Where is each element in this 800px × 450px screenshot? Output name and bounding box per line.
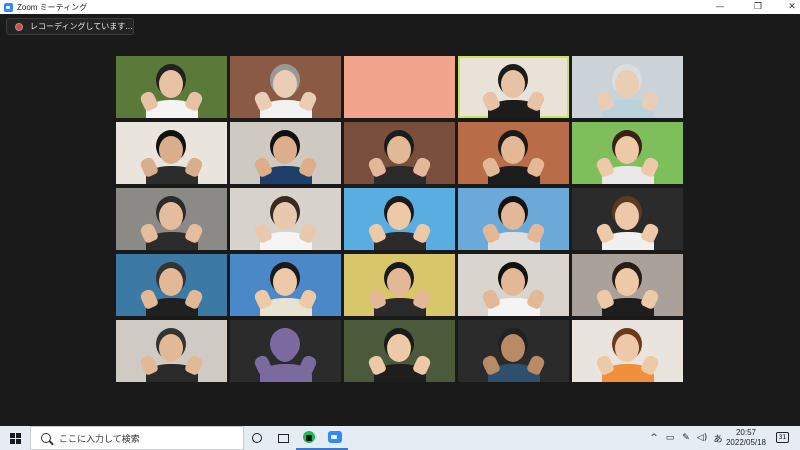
pen-icon[interactable]: ✎ <box>678 433 694 443</box>
participant-video-tile[interactable] <box>116 122 227 184</box>
participant-face <box>273 70 297 98</box>
participant-face <box>501 136 525 164</box>
participant-video-tile[interactable] <box>458 254 569 316</box>
participant-face <box>273 334 297 362</box>
participant-face <box>615 268 639 296</box>
participant-video-tile[interactable] <box>344 254 455 316</box>
network-icon[interactable]: ▭ <box>662 433 678 443</box>
spotify-taskbar-button[interactable] <box>296 426 322 450</box>
participant-face <box>159 268 183 296</box>
system-tray: ^ ▭ ✎ ◁) あ <box>646 426 726 450</box>
participant-video-tile[interactable] <box>230 188 341 250</box>
participant-face <box>501 70 525 98</box>
participant-face <box>387 136 411 164</box>
participant-video-tile[interactable] <box>572 122 683 184</box>
participant-video-tile[interactable] <box>116 188 227 250</box>
participant-video-tile[interactable] <box>230 320 341 382</box>
start-button[interactable] <box>0 426 30 450</box>
participant-video-tile[interactable] <box>344 122 455 184</box>
participant-face <box>387 70 411 98</box>
zoom-taskbar-button[interactable] <box>322 426 348 450</box>
participant-video-tile[interactable] <box>116 254 227 316</box>
search-placeholder: ここに入力して検索 <box>59 434 140 445</box>
clock-time: 20:57 <box>735 428 757 437</box>
task-view-button[interactable] <box>270 426 296 450</box>
zoom-app-icon <box>4 2 13 12</box>
participant-face <box>615 70 639 98</box>
participant-video-tile[interactable] <box>458 188 569 250</box>
cortana-icon <box>252 433 262 443</box>
spotify-icon <box>303 431 315 443</box>
participant-video-tile[interactable] <box>116 320 227 382</box>
search-icon <box>41 433 51 443</box>
participant-video-tile[interactable] <box>572 320 683 382</box>
participant-video-tile[interactable] <box>458 122 569 184</box>
video-gallery <box>116 56 684 384</box>
recording-indicator[interactable]: レコーディングしています... <box>6 18 134 35</box>
participant-video-tile[interactable] <box>344 188 455 250</box>
participant-face <box>387 334 411 362</box>
zoom-icon <box>328 431 342 443</box>
close-button[interactable]: ✕ <box>772 0 800 14</box>
minimize-button[interactable]: — <box>700 0 740 14</box>
notification-center-icon[interactable]: 31 <box>776 432 789 443</box>
participant-video-tile[interactable] <box>572 56 683 118</box>
participant-video-tile[interactable] <box>230 56 341 118</box>
taskbar-search-box[interactable]: ここに入力して検索 <box>30 426 244 450</box>
participant-face <box>501 334 525 362</box>
participant-video-tile[interactable] <box>572 254 683 316</box>
participant-video-tile[interactable] <box>572 188 683 250</box>
participant-video-tile[interactable] <box>230 122 341 184</box>
participant-face <box>501 268 525 296</box>
window-titlebar: Zoom ミーティング — ❐ ✕ <box>0 0 800 14</box>
participant-video-tile[interactable] <box>458 56 569 118</box>
volume-icon[interactable]: ◁) <box>694 433 710 443</box>
cortana-button[interactable] <box>244 426 270 450</box>
participant-face <box>615 334 639 362</box>
participant-face <box>615 136 639 164</box>
participant-video-tile[interactable] <box>344 320 455 382</box>
windows-logo-icon <box>9 432 21 444</box>
participant-video-tile[interactable] <box>458 320 569 382</box>
task-view-icon <box>277 433 289 443</box>
windows-taskbar: ここに入力して検索 ^ ▭ ✎ ◁) あ 20:57 2022/05/18 31 <box>0 426 800 450</box>
participant-face <box>501 202 525 230</box>
participant-face <box>159 136 183 164</box>
participant-face <box>273 202 297 230</box>
window-title: Zoom ミーティング <box>17 2 88 12</box>
taskbar-clock[interactable]: 20:57 2022/05/18 <box>718 428 774 448</box>
participant-face <box>387 268 411 296</box>
participant-video-tile[interactable] <box>116 56 227 118</box>
record-icon <box>15 22 23 31</box>
participant-video-tile[interactable] <box>230 254 341 316</box>
participant-face <box>273 136 297 164</box>
participant-face <box>159 334 183 362</box>
participant-face <box>615 202 639 230</box>
tray-expand-button[interactable]: ^ <box>646 433 662 443</box>
participant-video-tile[interactable] <box>344 56 455 118</box>
participant-face <box>273 268 297 296</box>
participant-face <box>387 202 411 230</box>
participant-face <box>159 70 183 98</box>
participant-face <box>159 202 183 230</box>
recording-label: レコーディングしています... <box>30 22 133 31</box>
clock-date: 2022/05/18 <box>725 438 767 447</box>
